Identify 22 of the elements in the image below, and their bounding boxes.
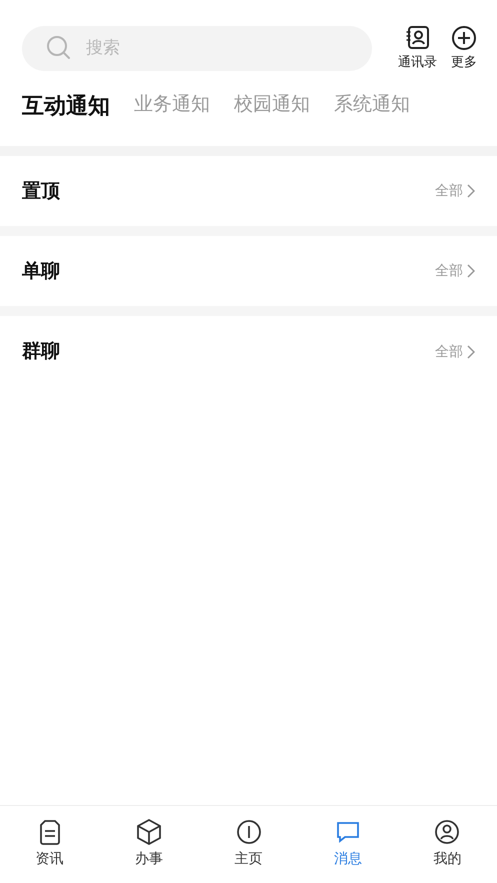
search-input[interactable]: 搜索 [84,37,288,59]
nav-item[interactable]: 资讯 [0,818,100,868]
tab[interactable]: 互动通知 [22,91,110,121]
nav-item[interactable]: 主页 [198,818,298,868]
section-title: 单聊 [22,259,60,284]
user-icon [433,818,462,846]
more-button[interactable]: 更多 [451,25,477,71]
circle-icon [234,818,263,846]
plus-icon [451,25,477,51]
nav-item[interactable]: 我的 [398,818,497,868]
section-title: 置顶 [22,179,60,204]
contact-book-icon [404,25,430,51]
contacts-button[interactable]: 通讯录 [398,25,437,71]
chevron-right-icon [467,184,475,198]
nav-item[interactable]: 办事 [99,818,199,868]
cube-icon [135,818,164,846]
search-field[interactable]: 搜索 [22,26,372,70]
nav-item[interactable]: 消息 [298,818,398,868]
chevron-right-icon [467,345,475,359]
search-icon [46,35,72,61]
chevron-right-icon [467,264,475,278]
section-title: 群聊 [22,339,60,364]
